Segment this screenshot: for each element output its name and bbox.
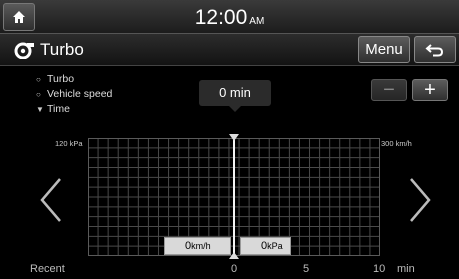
legend-item-vehicle-speed[interactable]: ○ Vehicle speed	[36, 87, 112, 102]
previous-arrow-icon[interactable]	[36, 175, 66, 225]
clock-ampm: AM	[249, 16, 265, 27]
legend-item-time[interactable]: ▼ Time	[36, 102, 112, 117]
status-bar: 12:00 AM	[0, 0, 459, 34]
pressure-readout: 0kPa	[240, 237, 291, 255]
speed-readout: 0km/h	[164, 237, 231, 255]
left-axis-max-label: 120 kPa	[55, 139, 83, 148]
recent-label: Recent	[30, 263, 65, 275]
legend-label: Time	[47, 103, 70, 115]
menu-button[interactable]: Menu	[358, 36, 410, 63]
time-bubble: 0 min	[199, 80, 271, 112]
legend-item-turbo[interactable]: ○ Turbo	[36, 72, 112, 87]
time-tick-10: 10	[373, 263, 386, 275]
legend-label: Vehicle speed	[47, 88, 113, 100]
clock-time: 12:00	[194, 6, 248, 29]
back-arrow-icon	[425, 43, 444, 56]
zoom-out-button[interactable]: −	[371, 79, 407, 101]
turbo-icon	[14, 42, 34, 59]
legend: ○ Turbo ○ Vehicle speed ▼ Time	[36, 72, 112, 117]
legend-label: Turbo	[47, 73, 75, 85]
circle-marker-icon: ○	[36, 90, 41, 99]
triangle-marker-icon: ▼	[36, 105, 44, 114]
zoom-in-button[interactable]: +	[412, 79, 448, 101]
time-cursor-line[interactable]	[233, 138, 235, 256]
time-tick-0: 0	[231, 263, 238, 275]
title-bar: Turbo Menu	[0, 34, 459, 66]
speed-unit: km/h	[191, 241, 211, 251]
back-button[interactable]	[414, 36, 456, 63]
time-unit-label: min	[397, 263, 415, 275]
circle-marker-icon: ○	[36, 75, 41, 84]
clock: 12:00 AM	[0, 6, 459, 30]
page-title: Turbo	[40, 40, 84, 59]
cursor-top-marker-icon	[229, 134, 239, 141]
time-tick-5: 5	[303, 263, 310, 275]
next-arrow-icon[interactable]	[405, 175, 435, 225]
right-axis-max-label: 300 km/h	[381, 139, 412, 148]
pressure-unit: kPa	[267, 241, 283, 251]
